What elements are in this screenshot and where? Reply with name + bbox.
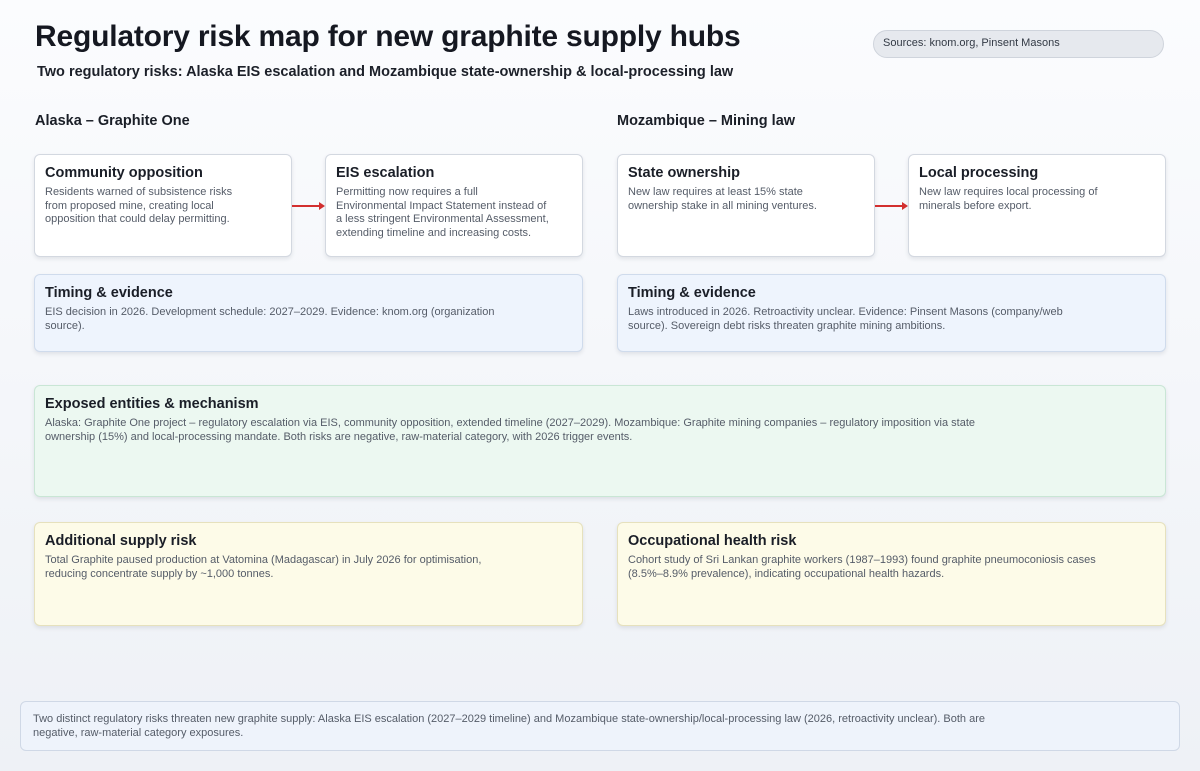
summary-footer: Two distinct regulatory risks threaten n… [20, 701, 1180, 751]
exposed-entities-body: Alaska: Graphite One project – regulator… [45, 417, 975, 443]
arrow-state-to-local [875, 202, 908, 210]
occupational-health-risk-body: Cohort study of Sri Lankan graphite work… [628, 554, 1096, 580]
page-subtitle: Two regulatory risks: Alaska EIS escalat… [37, 64, 734, 80]
mozambique-timing-title: Timing & evidence [628, 285, 756, 301]
eis-escalation-title: EIS escalation [336, 165, 435, 181]
state-ownership-body: New law requires at least 15% state owne… [628, 186, 817, 212]
sources-badge: Sources: knom.org, Pinsent Masons [873, 30, 1164, 58]
mozambique-timing-card: Timing & evidence Laws introduced in 202… [617, 274, 1166, 352]
eis-escalation-card: EIS escalation Permitting now requires a… [325, 154, 583, 257]
state-ownership-title: State ownership [628, 165, 740, 181]
arrow-community-to-eis [292, 202, 325, 210]
community-opposition-body: Residents warned of subsistence risks fr… [45, 186, 233, 225]
exposed-entities-card: Exposed entities & mechanism Alaska: Gra… [34, 385, 1166, 497]
local-processing-body: New law requires local processing of min… [919, 186, 1098, 212]
additional-supply-risk-title: Additional supply risk [45, 533, 197, 549]
mozambique-section-title: Mozambique – Mining law [617, 113, 796, 129]
summary-footer-text: Two distinct regulatory risks threaten n… [33, 713, 985, 739]
local-processing-card: Local processing New law requires local … [908, 154, 1166, 257]
eis-escalation-body: Permitting now requires a full Environme… [336, 186, 549, 239]
alaska-timing-title: Timing & evidence [45, 285, 173, 301]
additional-supply-risk-body: Total Graphite paused production at Vato… [45, 554, 482, 580]
community-opposition-title: Community opposition [45, 165, 203, 181]
community-opposition-card: Community opposition Residents warned of… [34, 154, 292, 257]
local-processing-title: Local processing [919, 165, 1039, 181]
mozambique-timing-body: Laws introduced in 2026. Retroactivity u… [628, 306, 1063, 332]
state-ownership-card: State ownership New law requires at leas… [617, 154, 875, 257]
alaska-timing-body: EIS decision in 2026. Development schedu… [45, 306, 495, 332]
exposed-entities-title: Exposed entities & mechanism [45, 396, 259, 412]
additional-supply-risk-card: Additional supply risk Total Graphite pa… [34, 522, 583, 626]
occupational-health-risk-title: Occupational health risk [628, 533, 797, 549]
occupational-health-risk-card: Occupational health risk Cohort study of… [617, 522, 1166, 626]
alaska-section-title: Alaska – Graphite One [35, 113, 190, 129]
alaska-timing-card: Timing & evidence EIS decision in 2026. … [34, 274, 583, 352]
page-title: Regulatory risk map for new graphite sup… [35, 20, 741, 53]
